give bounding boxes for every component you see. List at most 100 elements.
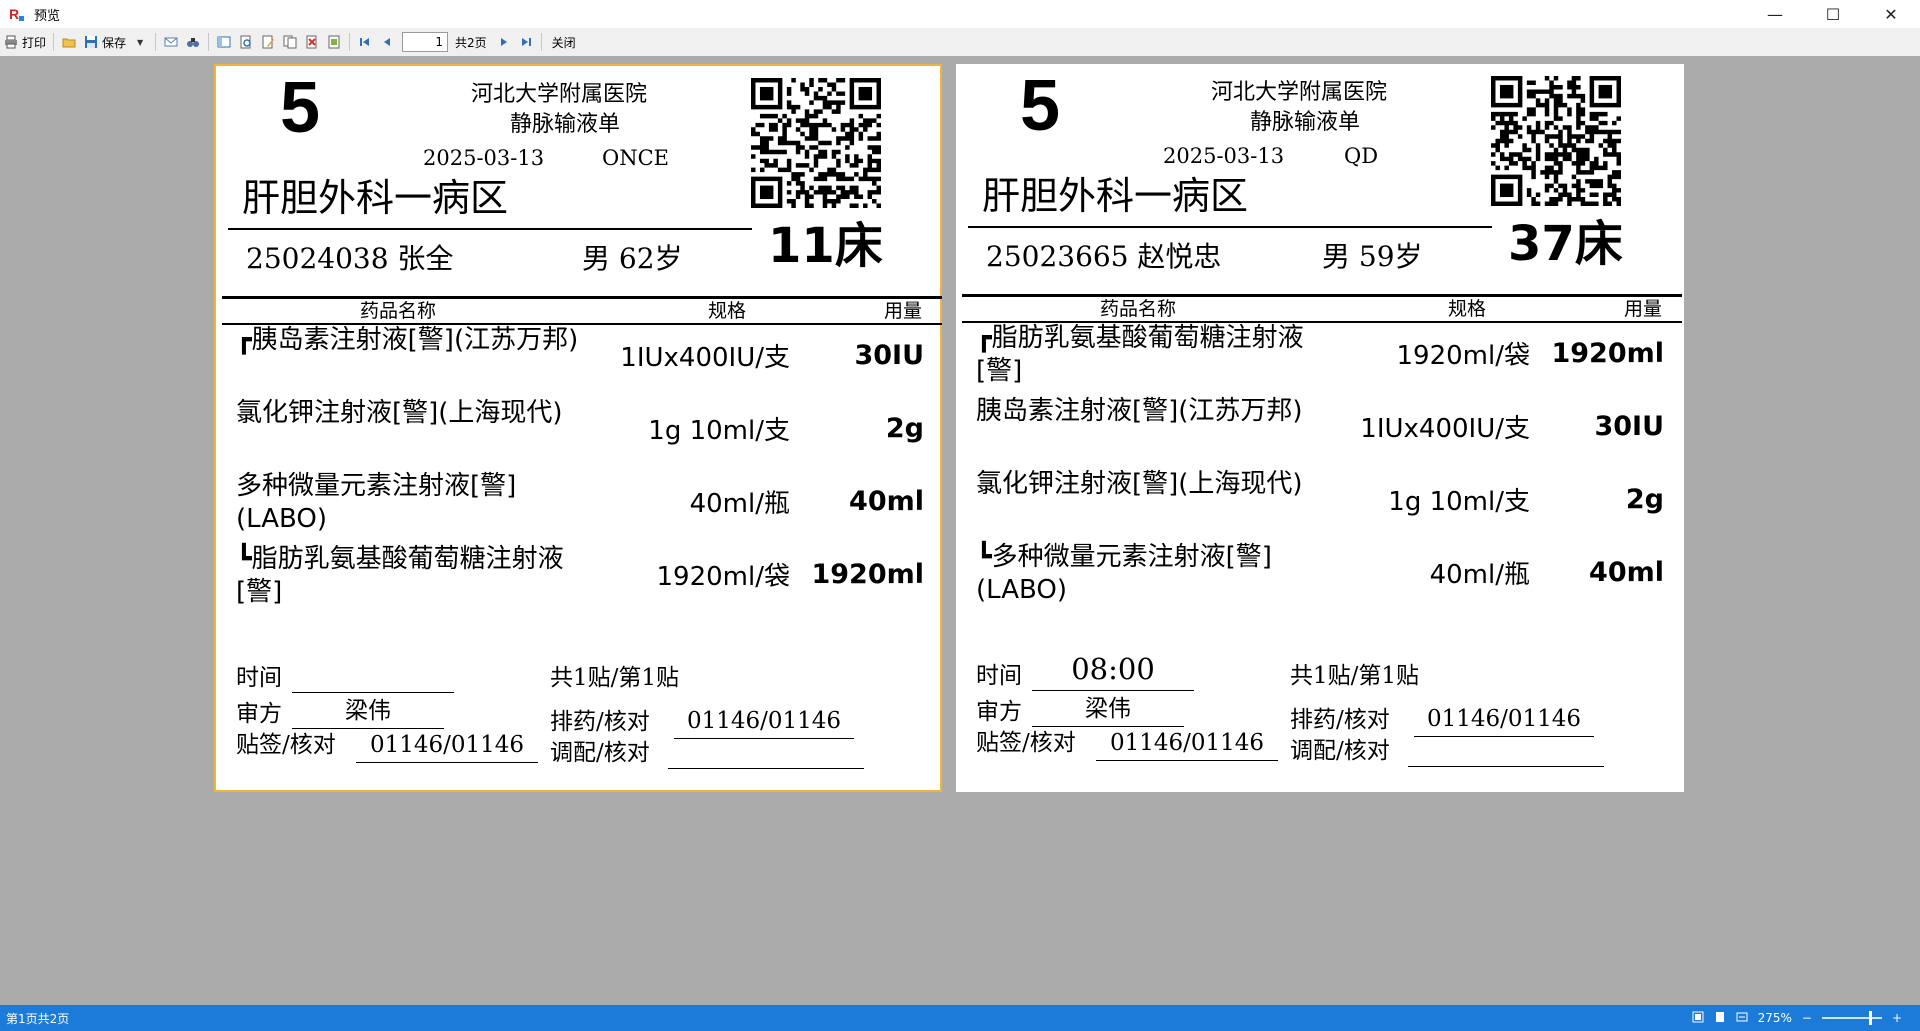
title-bar: R 预览 — ☐ ✕ — [0, 0, 1920, 28]
app-logo-icon: R — [8, 6, 24, 22]
department-name: 肝胆外科一病区 — [242, 176, 509, 220]
zoom-in-button[interactable]: + — [1892, 1011, 1902, 1025]
close-window-button[interactable]: ✕ — [1862, 0, 1920, 28]
table-top-rule — [222, 296, 942, 299]
time-underline — [292, 692, 454, 693]
drug-dose: 2g — [885, 413, 924, 444]
page-search-icon — [238, 34, 254, 50]
patient-id-name: 25023665 赵悦忠 — [986, 240, 1222, 273]
page-number-input[interactable] — [402, 32, 449, 52]
find-button[interactable] — [182, 31, 204, 53]
drug-dose: 30IU — [854, 340, 924, 371]
patient-sex-age: 男 59岁 — [1322, 240, 1423, 273]
label-check-value: 01146/01146 — [1109, 730, 1265, 756]
drug-spec: 1g 10ml/支 — [1388, 487, 1530, 517]
zoom-out-button[interactable]: − — [1802, 1011, 1812, 1025]
drug-dose: 40ml — [849, 486, 924, 517]
drug-name: ┗多种微量元素注射液[警](LABO) — [976, 542, 1272, 605]
mix-label: 调配/核对 — [550, 740, 650, 766]
column-header-drug-name: 药品名称 — [360, 300, 437, 322]
printer-icon — [3, 34, 19, 50]
copy-page-button[interactable] — [279, 31, 301, 53]
email-button[interactable] — [160, 31, 182, 53]
drug-name: 多种微量元素注射液[警](LABO) — [236, 471, 517, 534]
patient-sex-age: 男 62岁 — [582, 242, 683, 275]
prev-page-button[interactable] — [376, 31, 398, 53]
save-dropdown-button[interactable]: ▼ — [129, 31, 151, 53]
drug-name: ┏脂肪乳氨基酸葡萄糖注射液[警] — [976, 323, 1304, 386]
drug-spec: 40ml/瓶 — [1429, 560, 1530, 590]
print-button[interactable]: 打印 — [0, 31, 49, 53]
drug-spec: 1g 10ml/支 — [648, 416, 790, 446]
zoom-slider[interactable] — [1821, 1011, 1882, 1025]
window-title: 预览 — [34, 8, 61, 24]
zoom-slider-thumb[interactable] — [1868, 1011, 1872, 1025]
zoom-controls: 275% − + — [1692, 1005, 1902, 1031]
single-page-icon[interactable] — [1714, 1011, 1726, 1026]
page-setup-button[interactable] — [323, 31, 345, 53]
label-page-2[interactable]: 5 河北大学附属医院 静脉输液单 2025-03-13 QD 肝胆外科一病区 2… — [956, 64, 1684, 792]
save-button[interactable]: 保存 — [80, 31, 129, 53]
delete-page-button[interactable] — [301, 31, 323, 53]
mix-underline — [1408, 766, 1604, 767]
frequency: ONCE — [602, 146, 669, 170]
maximize-button[interactable]: ☐ — [1804, 0, 1862, 28]
table-top-rule — [962, 294, 1682, 297]
drug-dose: 1920ml — [811, 559, 924, 590]
bed-number: 37床 — [1508, 216, 1623, 272]
label-check-label: 贴签/核对 — [976, 730, 1076, 756]
page-status: 第1页共2页 — [6, 1011, 70, 1026]
drug-row: 氯化钾注射液[警](上海现代) 1g 10ml/支 2g — [956, 468, 1684, 538]
toolbar-separator — [208, 33, 210, 51]
dispense-value: 01146/01146 — [1426, 706, 1582, 732]
dispense-value: 01146/01146 — [686, 708, 842, 734]
drug-spec: 1IUx400IU/支 — [1360, 414, 1530, 444]
first-page-icon — [357, 34, 373, 50]
column-header-drug-name: 药品名称 — [1100, 298, 1177, 320]
close-preview-button[interactable]: 关闭 — [546, 31, 579, 53]
dispense-underline — [674, 738, 854, 739]
page-edit-icon — [260, 34, 276, 50]
drug-name: 氯化钾注射液[警](上海现代) — [236, 398, 563, 428]
time-label: 时间 — [976, 663, 1022, 689]
header-rule — [228, 228, 752, 230]
mix-underline — [668, 768, 864, 769]
thumbnail-button[interactable] — [235, 31, 257, 53]
close-preview-label: 关闭 — [551, 35, 576, 50]
sequence-number: 5 — [280, 68, 321, 148]
drug-name: 氯化钾注射液[警](上海现代) — [976, 469, 1303, 499]
outline-button[interactable] — [213, 31, 235, 53]
hospital-name: 河北大学附属医院 — [1211, 80, 1388, 105]
open-button[interactable] — [58, 31, 80, 53]
drug-spec: 1IUx400IU/支 — [620, 343, 790, 373]
hospital-name: 河北大学附属医院 — [471, 82, 648, 107]
page-width-icon[interactable] — [1736, 1011, 1748, 1026]
drug-row: ┗多种微量元素注射液[警](LABO) 40ml/瓶 40ml — [956, 541, 1684, 611]
dispense-underline — [1414, 736, 1594, 737]
drug-dose: 2g — [1625, 484, 1664, 515]
minimize-button[interactable]: — — [1746, 0, 1804, 28]
drug-spec: 1920ml/袋 — [1396, 341, 1530, 371]
drug-dose: 1920ml — [1551, 338, 1664, 369]
drug-name: ┗脂肪乳氨基酸葡萄糖注射液[警] — [236, 544, 564, 607]
next-page-button[interactable] — [493, 31, 515, 53]
first-page-button[interactable] — [354, 31, 376, 53]
label-page-1[interactable]: 5 河北大学附属医院 静脉输液单 2025-03-13 ONCE 肝胆外科一病区… — [214, 64, 942, 792]
window-controls: — ☐ ✕ — [1746, 0, 1920, 28]
mix-label: 调配/核对 — [1290, 738, 1390, 764]
last-page-button[interactable] — [515, 31, 537, 53]
drug-spec: 40ml/瓶 — [689, 489, 790, 519]
toolbar-separator — [349, 33, 351, 51]
print-label: 打印 — [22, 35, 47, 50]
toolbar-separator — [53, 33, 55, 51]
save-label: 保存 — [102, 35, 127, 50]
drug-row: ┗脂肪乳氨基酸葡萄糖注射液[警] 1920ml/袋 1920ml — [216, 543, 944, 613]
edit-page-button[interactable] — [257, 31, 279, 53]
header-rule — [968, 226, 1492, 228]
review-underline — [1032, 726, 1184, 727]
time-value: 08:00 — [1071, 652, 1155, 686]
time-label: 时间 — [236, 665, 282, 691]
toolbar-separator — [540, 33, 542, 51]
drug-row: ┏胰岛素注射液[警](江苏万邦) 1IUx400IU/支 30IU — [216, 324, 944, 394]
fit-page-icon[interactable] — [1692, 1011, 1704, 1026]
